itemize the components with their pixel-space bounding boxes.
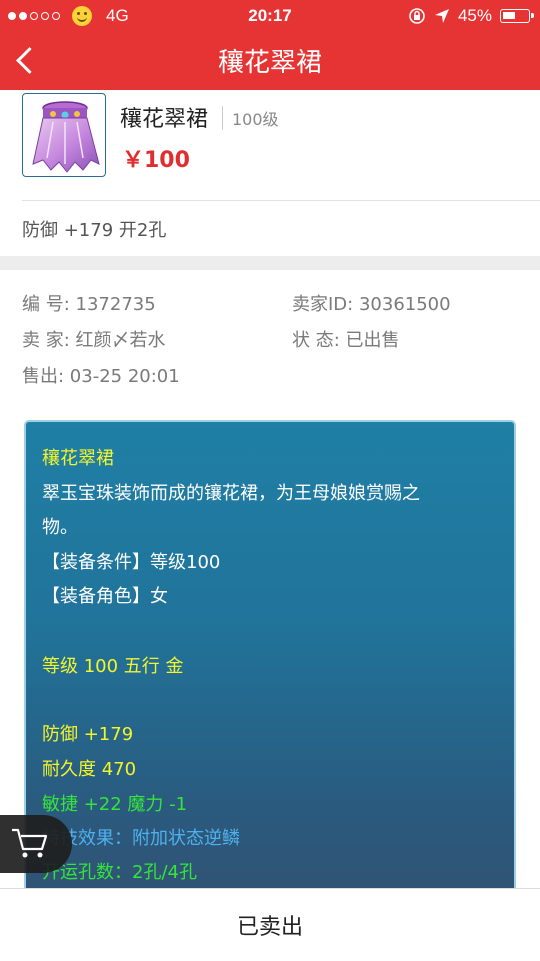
description-panel: 穰花翠裙 翠玉宝珠装饰而成的镶花裙，为王母娘娘赏赐之 物。 【装备条件】等级10…: [24, 420, 516, 940]
detail-seller-label: 卖 家:: [22, 330, 76, 351]
desc-defense: 防御 +179: [42, 724, 134, 745]
sold-status-label: 已卖出: [236, 915, 303, 940]
shopping-cart-icon: [12, 828, 48, 858]
item-brief: 防御 +179 开2孔: [22, 220, 167, 241]
desc-grade: 等级 100 五行 金: [42, 656, 184, 677]
location-arrow-icon: [434, 9, 449, 23]
desc-text-line1: 翠玉宝珠装饰而成的镶花裙，为王母娘娘赏赐之: [42, 483, 420, 504]
detail-sold-value: 03-25 20:01: [69, 366, 180, 387]
status-right: 45%: [408, 6, 534, 26]
desc-req-role: 【装备角色】女: [42, 586, 168, 607]
detail-sold-time: 售出: 03-25 20:01: [22, 362, 180, 388]
desc-durability: 耐久度 470: [42, 759, 137, 780]
divider: [22, 200, 540, 201]
detail-id-value: 1372735: [75, 294, 156, 315]
section-gap: [0, 256, 540, 270]
detail-seller-id: 卖家ID: 30361500: [292, 290, 451, 316]
page-title: 穰花翠裙: [217, 48, 322, 78]
desc-text-line2: 物。: [42, 517, 78, 538]
detail-sold-label: 售出:: [22, 366, 70, 387]
nav-bar: 穰花翠裙: [0, 32, 540, 90]
detail-id: 编 号: 1372735: [22, 290, 156, 316]
detail-seller-id-value: 30361500: [358, 294, 451, 315]
battery-icon: [500, 9, 534, 23]
detail-seller: 卖 家: 红颜〆若水: [22, 326, 166, 352]
rotation-lock-icon: [409, 8, 425, 24]
desc-bonus: 敏捷 +22 魔力 -1: [42, 794, 188, 815]
detail-seller-value: 红颜〆若水: [75, 330, 166, 351]
bottom-bar: 已卖出: [0, 888, 540, 961]
item-level: 100级: [222, 106, 279, 130]
item-name: 穰花翠裙: [120, 107, 209, 132]
detail-id-label: 编 号:: [22, 294, 76, 315]
cart-button[interactable]: [0, 815, 72, 873]
detail-seller-id-label: 卖家ID:: [292, 294, 359, 315]
skirt-image: [32, 101, 100, 173]
item-thumbnail: [22, 93, 106, 177]
battery-percent: 45%: [457, 6, 492, 25]
status-bar: 4G 20:17 45%: [0, 0, 540, 32]
desc-name: 穰花翠裙: [42, 448, 114, 469]
detail-status-label: 状 态:: [292, 330, 346, 351]
detail-status: 状 态: 已出售: [292, 326, 400, 352]
detail-status-value: 已出售: [345, 330, 400, 351]
desc-req-level: 【装备条件】等级100: [42, 552, 221, 573]
item-price: ￥100: [122, 148, 190, 173]
